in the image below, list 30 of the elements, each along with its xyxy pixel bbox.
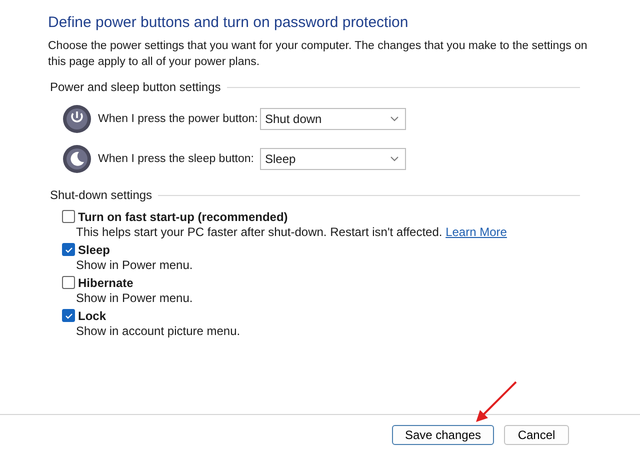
cancel-button[interactable]: Cancel bbox=[504, 425, 569, 445]
action-dropdown[interactable]: Sleep bbox=[260, 148, 406, 170]
check-icon bbox=[64, 312, 72, 318]
setting-label: When I press the sleep button: bbox=[98, 153, 255, 165]
option-description: Show in Power menu. bbox=[76, 291, 193, 305]
checkbox[interactable] bbox=[62, 309, 75, 322]
option-label[interactable]: Lock bbox=[78, 308, 106, 322]
chevron-down-icon bbox=[390, 156, 399, 162]
option-label[interactable]: Turn on fast start-up (recommended) bbox=[78, 210, 288, 224]
checkbox[interactable] bbox=[62, 210, 75, 223]
option-label[interactable]: Sleep bbox=[78, 242, 110, 256]
option-label[interactable]: Hibernate bbox=[78, 276, 134, 290]
moon-icon bbox=[62, 144, 92, 174]
option-description: This helps start your PC faster after shut-down. Restart isn't affected. bbox=[76, 225, 442, 239]
section-heading: Power and sleep button settings bbox=[50, 80, 221, 94]
arrow-annotation bbox=[474, 380, 518, 424]
learn-more-link[interactable]: Learn More bbox=[446, 225, 507, 239]
section-heading: Shut-down settings bbox=[50, 188, 152, 202]
page-title: Define power buttons and turn on password protection bbox=[48, 14, 410, 31]
checkbox[interactable] bbox=[62, 276, 75, 289]
power-icon bbox=[62, 104, 92, 134]
checkbox[interactable] bbox=[62, 243, 75, 256]
description: Choose the power settings that you want for your computer. The changes that you make to the settings on this page apply to all of your power plans. bbox=[48, 39, 588, 70]
option-description: Show in Power menu. bbox=[76, 258, 193, 272]
action-dropdown[interactable]: Shut down bbox=[260, 108, 406, 130]
chevron-down-icon bbox=[390, 116, 399, 122]
option-description: Show in account picture menu. bbox=[76, 324, 240, 338]
setting-label: When I press the power button: bbox=[98, 113, 259, 125]
check-icon bbox=[64, 246, 72, 252]
save-button[interactable]: Save changes bbox=[392, 425, 494, 445]
